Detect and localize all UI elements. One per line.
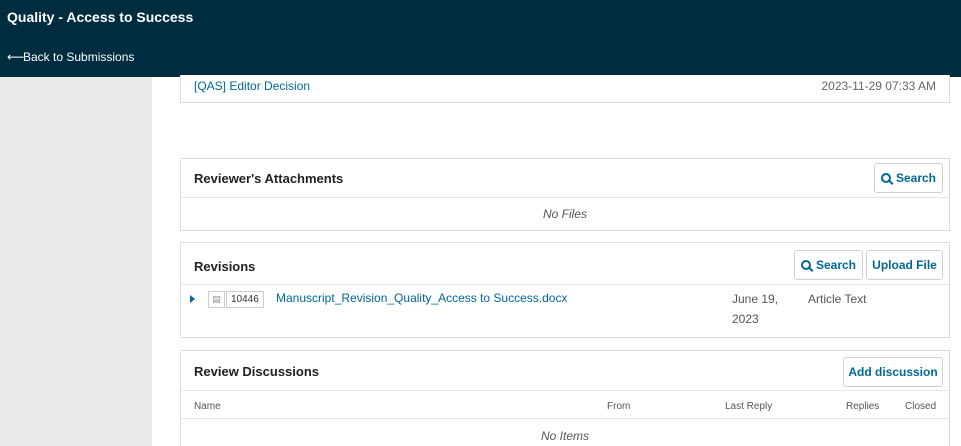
column-closed: Closed (905, 401, 937, 412)
attachments-search-label: Search (895, 171, 937, 185)
discussions-header: Review Discussions Add discussion (181, 351, 949, 391)
column-last-reply: Last Reply (725, 401, 773, 412)
file-type-label: Article Text (808, 292, 867, 306)
file-date-line2: 2023 (732, 312, 759, 326)
revisions-search-button[interactable]: Search (794, 250, 863, 280)
column-name: Name (194, 401, 221, 412)
journal-title: Quality - Access to Success (7, 9, 194, 25)
review-discussions-panel: Review Discussions Add discussion Name F… (180, 350, 950, 446)
revisions-title: Revisions (194, 259, 256, 274)
discussions-empty: No Items (540, 429, 589, 443)
revision-file-row: ▤ 10446 Manuscript_Revision_Quality_Acce… (181, 286, 949, 338)
left-sidebar (0, 77, 152, 446)
search-icon (800, 260, 811, 270)
revision-file-link[interactable]: Manuscript_Revision_Quality_Access to Su… (276, 291, 567, 305)
add-discussion-button[interactable]: Add discussion (843, 357, 943, 387)
search-icon (880, 173, 891, 183)
revisions-panel: Revisions Search Upload File ▤ 10446 Man… (180, 242, 950, 338)
discussions-title: Review Discussions (194, 364, 319, 379)
file-id: 10446 (226, 291, 264, 308)
email-date: 2023-11-29 07:33 AM (821, 79, 936, 93)
main-content: [QAS] Editor Decision 2023-11-29 07:33 A… (152, 75, 961, 446)
email-subject-link[interactable]: [QAS] Editor Decision (194, 79, 310, 93)
attachments-empty: No Files (542, 207, 587, 221)
column-from: From (607, 401, 631, 412)
discussions-table-header: Name From Last Reply Replies Closed (181, 392, 949, 419)
back-to-submissions-link[interactable]: ⟵Back to Submissions (7, 50, 134, 64)
expand-row-icon[interactable] (190, 295, 195, 303)
email-log-row: [QAS] Editor Decision 2023-11-29 07:33 A… (180, 75, 950, 103)
app-header: Quality - Access to Success ⟵Back to Sub… (0, 0, 961, 77)
revisions-header: Revisions Search Upload File (181, 243, 949, 285)
attachments-title: Reviewer's Attachments (194, 171, 344, 186)
arrow-left-icon: ⟵ (7, 50, 25, 64)
file-date-line1: June 19, (732, 292, 779, 306)
upload-file-button[interactable]: Upload File (866, 250, 943, 280)
file-type-icon: ▤ (208, 291, 225, 308)
attachments-search-button[interactable]: Search (874, 163, 943, 193)
revisions-search-label: Search (815, 258, 857, 272)
attachments-header: Reviewer's Attachments Search (181, 159, 949, 198)
back-link-label: Back to Submissions (23, 50, 135, 64)
column-replies: Replies (846, 401, 880, 412)
reviewer-attachments-panel: Reviewer's Attachments Search No Files (180, 158, 950, 231)
